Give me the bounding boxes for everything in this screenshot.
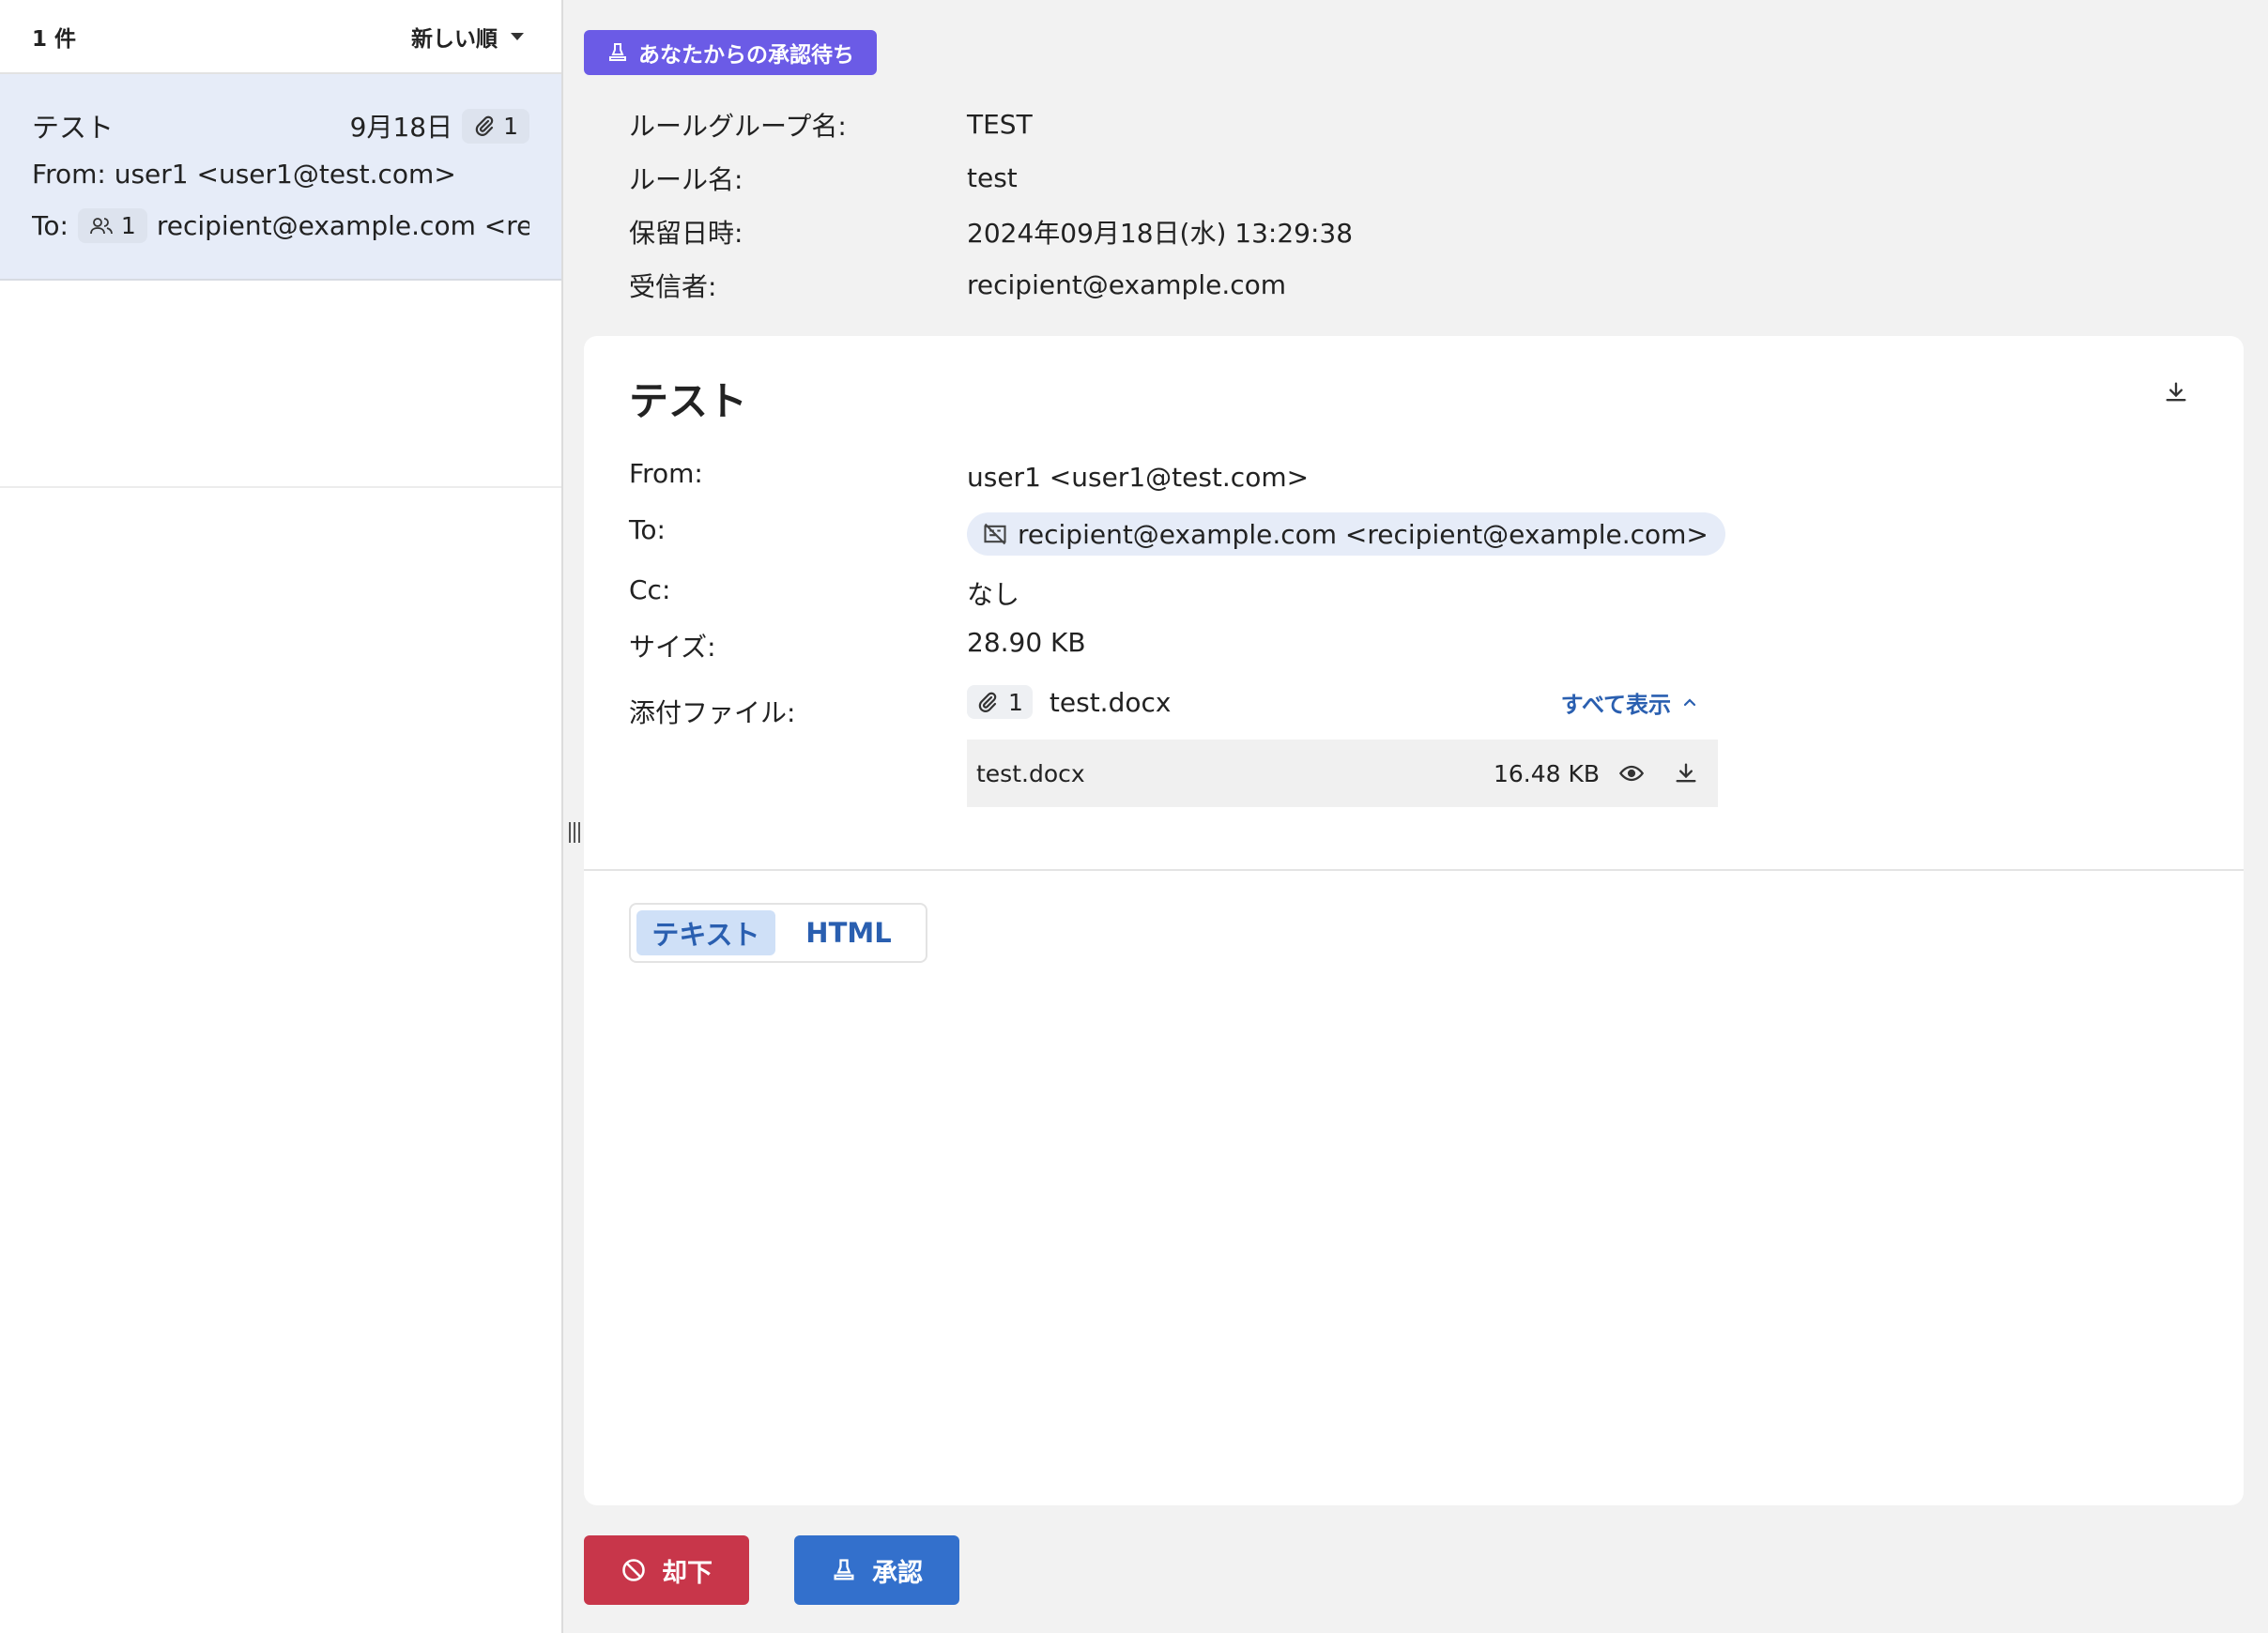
held-at-label: 保留日時: [629,217,743,249]
recipient-chip-label: recipient@example.com <recipient@example… [1018,518,1709,550]
attachment-name: test.docx [976,759,1085,787]
to-label: To: [629,514,666,545]
approve-label: 承認 [872,1558,923,1588]
card-divider [584,869,2244,871]
body-format-tabs: テキスト HTML [629,903,927,963]
download-message-button[interactable] [2163,379,2189,405]
show-all-label: すべて表示 [1560,691,1671,718]
attachments-header: 1 test.docx すべて表示 [967,685,1718,719]
status-badge: あなたからの承認待ち [584,30,877,75]
attachment-size: 16.48 KB [1493,759,1600,787]
status-badge-label: あなたからの承認待ち [638,43,854,68]
recipient-count: 1 [120,212,136,239]
download-icon [2163,379,2189,405]
ban-icon [621,1557,647,1583]
list-item-to-label: To: [32,210,69,241]
list-item-date: 9月18日 [349,112,453,143]
pane-resize-handle[interactable] [566,822,583,847]
size-value: 28.90 KB [967,627,1086,658]
list-item-to: To: 1 recipient@example.com <rec... [32,208,529,243]
download-icon[interactable] [1673,760,1699,786]
message-card: テスト From: user1 <user1@test.com> To: rec… [584,336,2244,1505]
rule-group-value: TEST [967,109,1033,140]
tab-text[interactable]: テキスト [636,910,775,955]
attachments-label: 添付ファイル: [629,697,796,728]
chevron-down-icon [511,32,524,40]
hold-metadata: ルールグループ名: TEST ルール名: test 保留日時: 2024年09月… [629,98,1755,312]
recipient-chip[interactable]: recipient@example.com <recipient@example… [967,512,1725,556]
mail-list-pane: 1 件 新しい順 テスト 9月18日 1 From: user1 <user1@… [0,0,563,1633]
message-subject: テスト [629,378,748,424]
users-icon [89,215,114,237]
attachment-count: 1 [503,112,518,140]
held-at-value: 2024年09月18日(水) 13:29:38 [967,217,1354,249]
list-item-subject: テスト [32,112,115,144]
paperclip-icon [976,691,999,713]
tab-html[interactable]: HTML [783,910,914,955]
result-count: 1 件 [32,26,77,52]
show-all-link[interactable]: すべて表示 [1561,686,1699,719]
rule-value: test [967,162,1018,193]
attachment-count: 1 [1008,688,1023,716]
list-item-from: From: user1 <user1@test.com> [32,159,456,190]
recipient-count-chip: 1 [77,208,147,243]
list-item[interactable]: テスト 9月18日 1 From: user1 <user1@test.com>… [0,74,561,281]
attachment-count-chip: 1 [967,685,1033,719]
recipient-value: recipient@example.com [967,269,1287,300]
attachment-summary: test.docx [1049,686,1172,718]
reject-button[interactable]: 却下 [584,1535,749,1605]
attachment-count-chip: 1 [462,108,529,144]
sort-label: 新しい順 [411,26,498,52]
rule-group-label: ルールグループ名: [629,110,847,142]
cc-label: Cc: [629,574,671,605]
stamp-icon [606,41,629,64]
eye-icon[interactable] [1618,760,1645,786]
from-label: From: [629,458,703,489]
size-label: サイズ: [629,632,716,663]
list-header: 1 件 新しい順 [0,0,561,74]
list-item-recipient: recipient@example.com <rec... [156,210,529,241]
reject-label: 却下 [662,1558,713,1588]
no-photo-icon [982,521,1008,547]
approve-button[interactable]: 承認 [794,1535,959,1605]
recipient-label: 受信者: [629,270,717,302]
list-separator [0,486,561,488]
stamp-icon [831,1557,857,1583]
chevron-up-icon [1680,693,1699,711]
rule-label: ルール名: [629,163,743,195]
cc-value: なし [967,579,1020,610]
sort-dropdown[interactable]: 新しい順 [411,21,524,53]
attachment-row: test.docx 16.48 KB [967,740,1718,807]
from-value: user1 <user1@test.com> [967,462,1310,493]
paperclip-icon [473,114,496,137]
